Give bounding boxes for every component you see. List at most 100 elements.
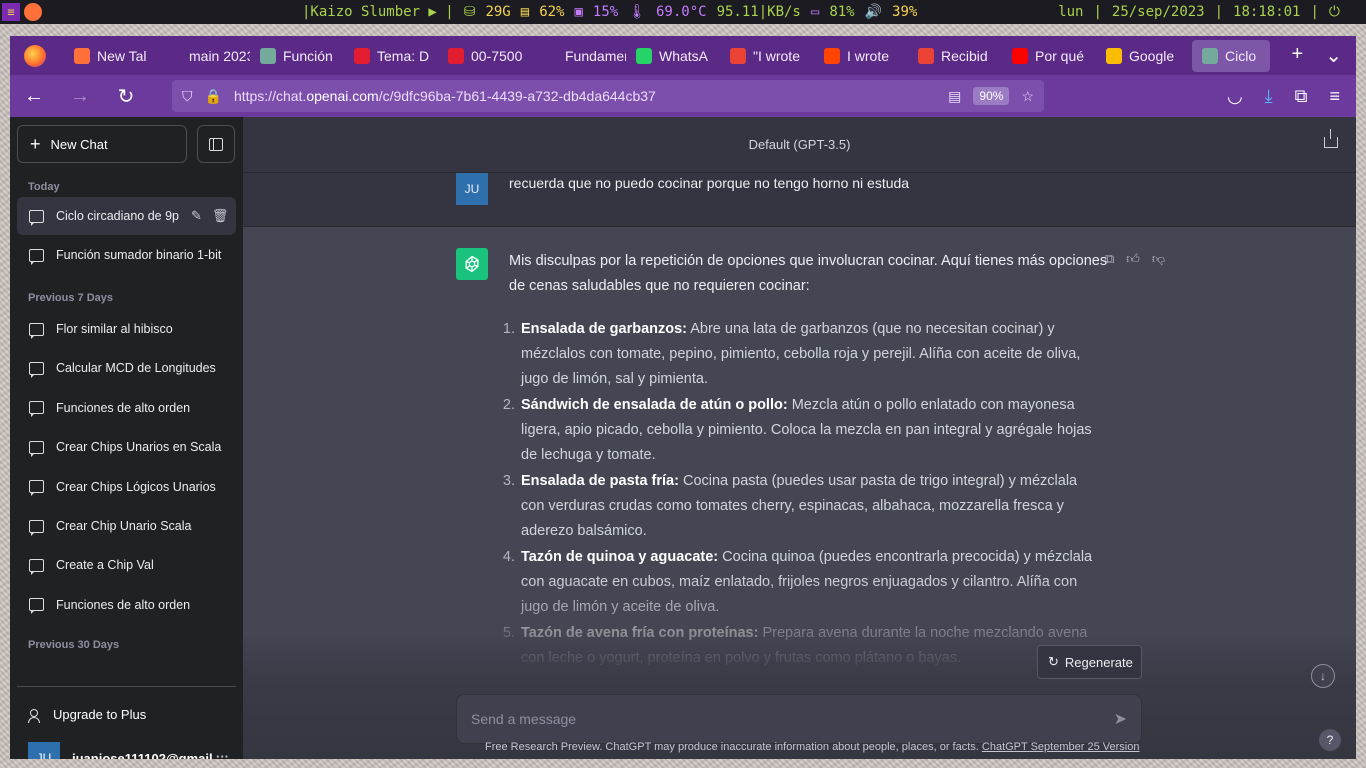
tab-favicon-icon <box>542 47 558 64</box>
volume-icon[interactable]: 🔊 <box>865 4 882 20</box>
toggle-sidebar-button[interactable] <box>197 125 235 163</box>
tab-10[interactable]: Por qué <box>1002 40 1096 72</box>
message-input[interactable]: Send a message ➤ <box>456 694 1142 744</box>
section-previous-7-days: Previous 7 Days <box>28 292 113 304</box>
account-email: juanjose111102@gmail. <box>72 750 217 760</box>
share-icon[interactable] <box>1324 129 1338 148</box>
sidebar-chat-item[interactable]: Create a Chip Val <box>17 546 236 584</box>
upgrade-label: Upgrade to Plus <box>53 707 147 722</box>
lock-icon[interactable]: 🔒 <box>205 88 222 105</box>
workspace-emblem-icon[interactable]: ≡ <box>2 3 20 21</box>
disk-icon: ⛁ <box>463 4 476 20</box>
answer-list-item: 2. Sándwich de ensalada de atún o pollo: … <box>495 393 1100 468</box>
tab-3[interactable]: Tema: D <box>344 40 438 72</box>
chat-title: Funciones de alto orden <box>56 400 191 415</box>
sidebar-chat-item[interactable]: Función sumador binario 1-bit <box>17 236 236 274</box>
chat-title: Función sumador binario 1-bit <box>56 248 222 262</box>
reader-view-icon[interactable]: ▤ <box>948 88 961 105</box>
firefox-icon[interactable] <box>24 3 42 21</box>
tab-label: Google <box>1129 47 1175 64</box>
trash-icon[interactable]: 🗑︎ <box>212 208 229 224</box>
plus-icon: + <box>30 133 41 154</box>
downloads-icon[interactable]: ⤓ <box>1265 86 1273 107</box>
tab-0[interactable]: New Tal <box>64 40 156 72</box>
refresh-icon: ↻ <box>1048 654 1059 669</box>
tab-11[interactable]: Google <box>1096 40 1190 72</box>
tab-label: Ciclo <box>1225 47 1257 64</box>
firefox-menu-icon[interactable] <box>24 44 46 67</box>
user-message-text: recuerda que no puedo cocinar porque no … <box>509 175 910 191</box>
copy-icon[interactable]: ⧉ <box>1105 251 1114 267</box>
tab-6[interactable]: WhatsA <box>626 40 720 72</box>
address-bar[interactable]: ⛉ 🔒 https://chat.openai.com/c/9dfc96ba-7… <box>172 80 1044 112</box>
thumbs-up-icon[interactable]: 👍︎ <box>1126 251 1140 267</box>
sidebar-chat-item[interactable]: Calcular MCD de Longitudes <box>17 349 236 387</box>
model-name[interactable]: Default (GPT-3.5) <box>749 137 851 152</box>
back-icon[interactable]: ← <box>20 85 48 108</box>
tab-list-chevron-icon[interactable]: ⌄ <box>1325 43 1342 68</box>
tracking-shield-icon[interactable]: ⛉ <box>182 88 193 105</box>
chat-bubble-icon <box>29 209 44 226</box>
tab-9[interactable]: Recibid <box>908 40 1002 72</box>
scroll-down-icon[interactable]: ↓ <box>1311 664 1335 688</box>
regenerate-button[interactable]: ↻ Regenerate <box>1037 645 1142 679</box>
chat-title: Flor similar al hibisco <box>56 322 173 336</box>
menu-hamburger-icon[interactable]: ≡ <box>1329 86 1340 107</box>
tab-8[interactable]: I wrote <box>814 40 908 72</box>
upgrade-to-plus-button[interactable]: Upgrade to Plus <box>28 707 147 723</box>
power-icon[interactable]: ⏻ <box>1329 4 1340 20</box>
account-menu[interactable]: JU juanjose111102@gmail. ··· <box>28 742 229 760</box>
thumbs-down-icon[interactable]: 👎︎ <box>1152 251 1165 267</box>
more-options-icon[interactable]: ··· <box>216 749 229 759</box>
tab-12[interactable]: Ciclo × <box>1192 39 1270 72</box>
help-icon[interactable]: ? <box>1319 729 1341 751</box>
tab-favicon-icon <box>1106 47 1122 64</box>
sidebar-chat-item[interactable]: Flor similar al hibisco <box>17 310 236 348</box>
pocket-icon[interactable]: ◡ <box>1227 86 1243 107</box>
tab-label: I wrote <box>847 47 890 64</box>
new-tab-icon[interactable]: + <box>1292 43 1304 68</box>
edit-pencil-icon[interactable]: ✎ <box>191 208 202 224</box>
volume-level[interactable]: 39% <box>892 4 917 20</box>
clock: 18:18:01 <box>1233 4 1301 20</box>
answer-list-item: 1. Ensalada de garbanzos: Abre una lata d… <box>495 317 1100 392</box>
item-title: Ensalada de pasta fría: <box>521 473 679 489</box>
tab-7[interactable]: "I wrote <box>720 40 814 72</box>
now-playing[interactable]: |Kaizo Slumber ▶ | <box>302 4 454 20</box>
tab-4[interactable]: 00-7500 <box>438 40 532 72</box>
tab-label: main 2023- <box>189 47 250 64</box>
send-icon[interactable]: ➤ <box>1114 709 1127 729</box>
tab-1[interactable]: main 2023- <box>156 40 250 72</box>
answer-list-item: 3. Ensalada de pasta fría: Cocina pasta (… <box>495 469 1100 544</box>
tab-favicon-icon <box>448 47 464 64</box>
tab-label: Por qué <box>1035 47 1085 64</box>
tab-favicon-icon <box>260 47 276 64</box>
avatar: JU <box>28 742 60 759</box>
new-chat-button[interactable]: + New Chat <box>17 125 187 163</box>
tab-2[interactable]: Función <box>250 40 344 72</box>
sidebar-chat-item[interactable]: Crear Chips Lógicos Unarios <box>17 468 236 506</box>
tab-label: New Tal <box>97 47 147 64</box>
reload-icon[interactable]: ↻ <box>112 84 140 109</box>
url-text[interactable]: https://chat.openai.com/c/9dfc96ba-7b61-… <box>234 88 936 104</box>
extensions-icon[interactable]: ⧉ <box>1295 86 1308 107</box>
message-actions: ⧉ 👍︎ 👎︎ <box>1105 251 1165 267</box>
close-tab-icon[interactable]: × <box>1269 47 1270 65</box>
battery-level: 81% <box>829 4 855 20</box>
chat-bubble-icon <box>29 248 44 265</box>
item-title: Tazón de quinoa y aguacate: <box>521 549 719 565</box>
forward-icon[interactable]: → <box>66 85 94 108</box>
tab-favicon-icon <box>1202 47 1218 64</box>
sidebar-chat-item[interactable]: Funciones de alto orden <box>17 586 236 624</box>
temperature: 69.0°C <box>656 4 707 20</box>
sidebar-chat-item[interactable]: Crear Chips Unarios en Scala <box>17 428 236 466</box>
disk-usage: 29G <box>485 4 511 20</box>
bookmark-star-icon[interactable]: ☆ <box>1021 88 1034 105</box>
zoom-level[interactable]: 90% <box>973 87 1010 105</box>
sidebar-chat-item[interactable]: Funciones de alto orden <box>17 389 236 427</box>
input-placeholder: Send a message <box>471 711 577 727</box>
sidebar-chat-item[interactable]: Crear Chip Unario Scala <box>17 507 236 545</box>
version-link[interactable]: ChatGPT September 25 Version <box>982 741 1140 753</box>
sidebar-chat-item[interactable]: Ciclo circadiano de 9p ✎ 🗑︎ <box>17 197 236 235</box>
tab-5[interactable]: Fundament <box>532 40 626 72</box>
